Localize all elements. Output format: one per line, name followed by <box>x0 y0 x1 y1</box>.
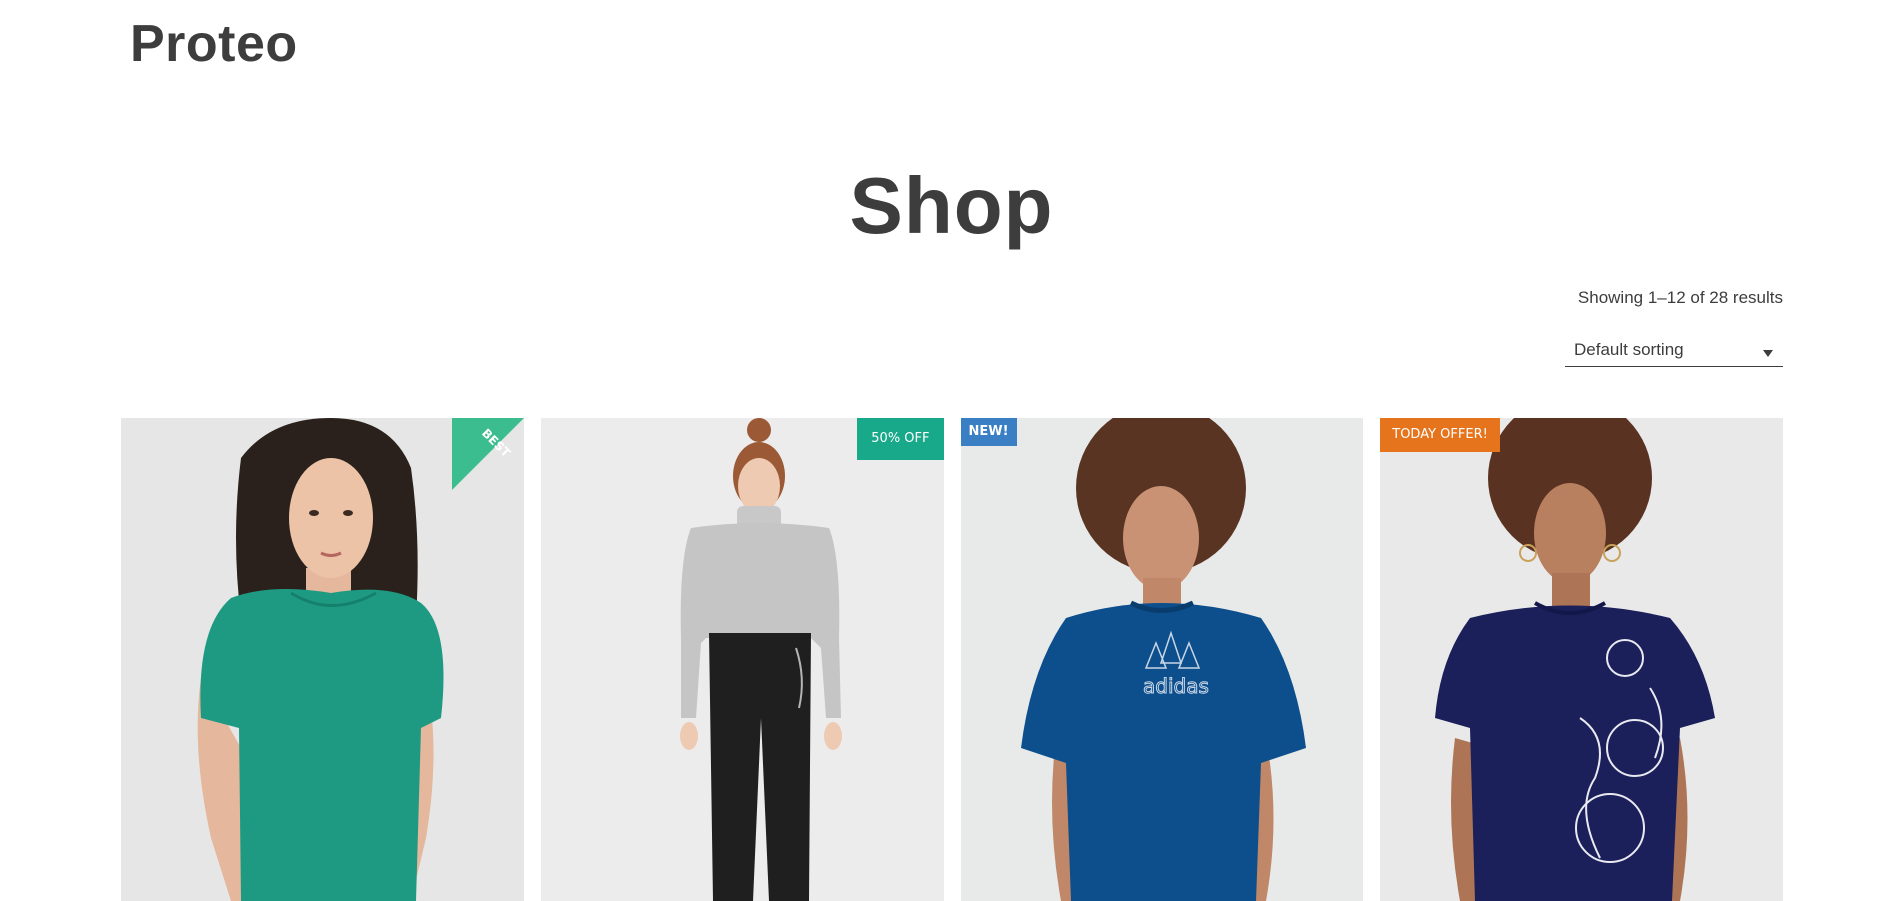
product-grid: BEST 50% OFF adidas NEW! TODAY OFFER! <box>121 418 1783 901</box>
product-card[interactable]: adidas NEW! <box>960 418 1364 901</box>
caret-down-icon <box>1763 350 1773 357</box>
page-title: Shop <box>849 161 1054 250</box>
sort-select[interactable]: Default sorting <box>1565 338 1783 367</box>
product-image[interactable] <box>121 418 524 901</box>
sort-select-value: Default sorting <box>1574 340 1684 359</box>
site-header: Proteo <box>130 14 298 74</box>
site-logo[interactable]: Proteo <box>130 14 298 74</box>
product-card[interactable]: BEST <box>121 418 524 901</box>
product-card[interactable]: TODAY OFFER! <box>1380 418 1783 901</box>
product-image[interactable] <box>540 418 944 901</box>
product-badge: 50% OFF <box>857 418 944 460</box>
product-badge: TODAY OFFER! <box>1380 418 1500 452</box>
product-card[interactable]: 50% OFF <box>540 418 944 901</box>
result-count: Showing 1–12 of 28 results <box>1577 288 1783 307</box>
product-badge: NEW! <box>960 418 1017 446</box>
product-image[interactable] <box>1380 418 1783 901</box>
product-image[interactable]: adidas <box>960 418 1364 901</box>
svg-text:adidas: adidas <box>1143 674 1209 698</box>
